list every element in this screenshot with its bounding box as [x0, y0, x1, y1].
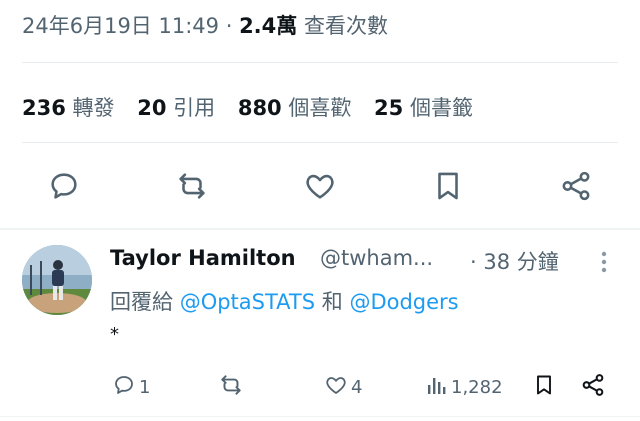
meta-separator: · — [225, 14, 233, 38]
reply-like-button[interactable]: 4 — [324, 372, 362, 402]
more-options-icon[interactable] — [594, 248, 614, 276]
replying-to: 回覆給 @OptaSTATS 和 @Dodgers — [110, 286, 459, 316]
tweet-stats: 236 轉發 20 引用 880 個喜歡 25 個書籤 — [22, 92, 489, 122]
views-label: 查看次數 — [303, 14, 388, 38]
reply-bookmark-button[interactable] — [532, 372, 556, 402]
divider-top — [22, 62, 618, 63]
stat-likes[interactable]: 880 個喜歡 — [238, 96, 352, 120]
views-count: 2.4萬 — [239, 14, 298, 38]
tweet-action-bar — [0, 166, 640, 206]
reply-conjunction: 和 — [321, 290, 343, 314]
reply-share-button[interactable] — [580, 372, 606, 402]
reply-author-name[interactable]: Taylor Hamilton — [110, 246, 296, 270]
tweet-meta: 24年6月19日 11:49 · 2.4萬 查看次數 — [22, 10, 388, 40]
reply-icon — [112, 373, 136, 402]
reply-prefix: 回覆給 — [110, 290, 173, 314]
bottom-separator — [0, 416, 640, 417]
like-icon[interactable] — [300, 166, 340, 206]
reply-reply-button[interactable]: 1 — [112, 372, 150, 402]
avatar[interactable] — [22, 245, 92, 315]
reply-text: * — [110, 324, 119, 345]
stat-quotes[interactable]: 20 引用 — [137, 96, 215, 120]
reply-count: 1 — [139, 376, 151, 398]
reply-icon[interactable] — [44, 166, 84, 206]
reply-views-button[interactable]: 1,282 — [426, 372, 503, 402]
bookmark-icon — [532, 372, 556, 403]
section-separator — [0, 228, 640, 230]
reply-repost-button[interactable] — [218, 372, 244, 402]
mention-dodgers[interactable]: @Dodgers — [349, 290, 458, 314]
repost-icon — [218, 372, 244, 403]
mention-optastats[interactable]: @OptaSTATS — [180, 290, 315, 314]
like-count: 4 — [351, 376, 363, 398]
share-icon — [580, 372, 606, 403]
divider-mid — [22, 142, 618, 143]
share-icon[interactable] — [556, 166, 596, 206]
reply-action-bar: 1 4 1,282 — [0, 372, 640, 402]
reply-author-handle[interactable]: @twham... — [320, 246, 433, 270]
like-icon — [324, 373, 348, 402]
bookmark-icon[interactable] — [428, 166, 468, 206]
repost-icon[interactable] — [172, 166, 212, 206]
stat-reposts[interactable]: 236 轉發 — [22, 96, 115, 120]
analytics-icon — [426, 374, 448, 401]
views-count-small: 1,282 — [451, 376, 503, 398]
stat-bookmarks[interactable]: 25 個書籤 — [374, 96, 473, 120]
reply-time[interactable]: · 38 分鐘 — [470, 246, 559, 276]
tweet-timestamp[interactable]: 24年6月19日 11:49 — [22, 14, 219, 38]
